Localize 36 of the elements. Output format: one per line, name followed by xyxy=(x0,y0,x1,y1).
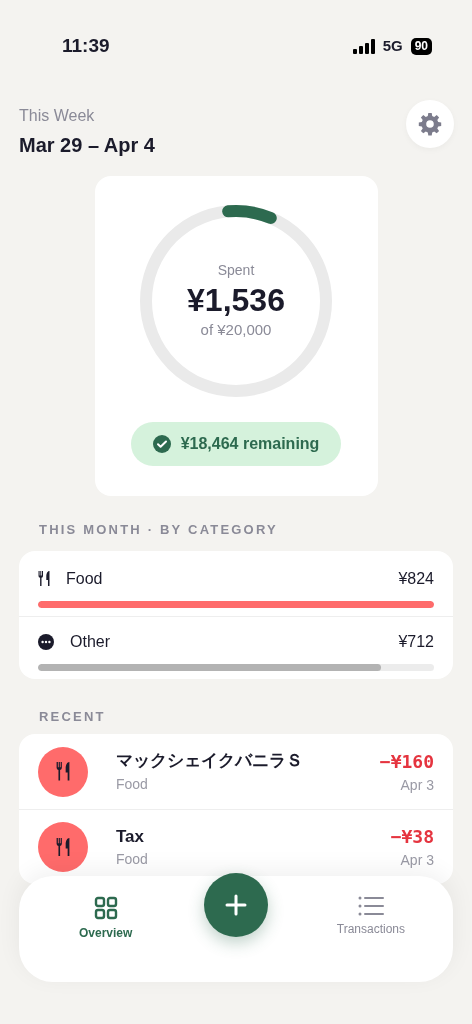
battery-level: 90 xyxy=(410,37,432,55)
status-time: 11:39 xyxy=(62,33,110,58)
category-amount: ¥712 xyxy=(398,631,434,652)
signal-icon xyxy=(352,38,375,54)
transaction-title: マックシェイクバニラＳ xyxy=(116,750,304,773)
section-heading: THIS MONTH · BY CATEGORY xyxy=(38,521,279,539)
tab[interactable]: Transactions xyxy=(332,896,409,948)
date-range: Mar 29 – Apr 4 xyxy=(19,133,155,158)
transaction-date: Apr 3 xyxy=(400,851,434,870)
fork-knife-icon xyxy=(38,570,50,587)
tab[interactable]: Overview xyxy=(75,896,137,948)
settings-button[interactable] xyxy=(406,100,454,148)
transaction-amount: −¥160 xyxy=(379,749,434,774)
transaction-title: Tax xyxy=(116,825,146,848)
transaction-amount: −¥38 xyxy=(390,825,434,849)
budget-total: of ¥20,000 xyxy=(200,320,272,341)
settings-icon xyxy=(418,112,442,136)
spent-amount: ¥1,536 xyxy=(187,281,285,320)
category-amount: ¥824 xyxy=(398,568,434,589)
category-name: Other xyxy=(70,631,110,652)
spent-label: Spent xyxy=(217,261,255,281)
plus-icon xyxy=(225,894,247,916)
list-icon xyxy=(357,896,384,916)
remaining-badge: ¥18,464 remaining xyxy=(130,422,342,466)
category-name: Food xyxy=(66,568,103,589)
transaction-date: Apr 3 xyxy=(400,775,434,795)
transaction-category: Food xyxy=(116,850,149,870)
fork-knife-icon xyxy=(56,837,70,857)
week-label: This Week xyxy=(19,106,96,126)
section-heading: RECENT xyxy=(38,707,107,726)
fork-knife-icon xyxy=(56,762,70,781)
grid-icon xyxy=(93,896,118,920)
transaction-category: Food xyxy=(116,774,149,794)
network-label: 5G xyxy=(382,35,403,56)
check-icon xyxy=(152,435,171,453)
more-icon xyxy=(38,633,54,650)
